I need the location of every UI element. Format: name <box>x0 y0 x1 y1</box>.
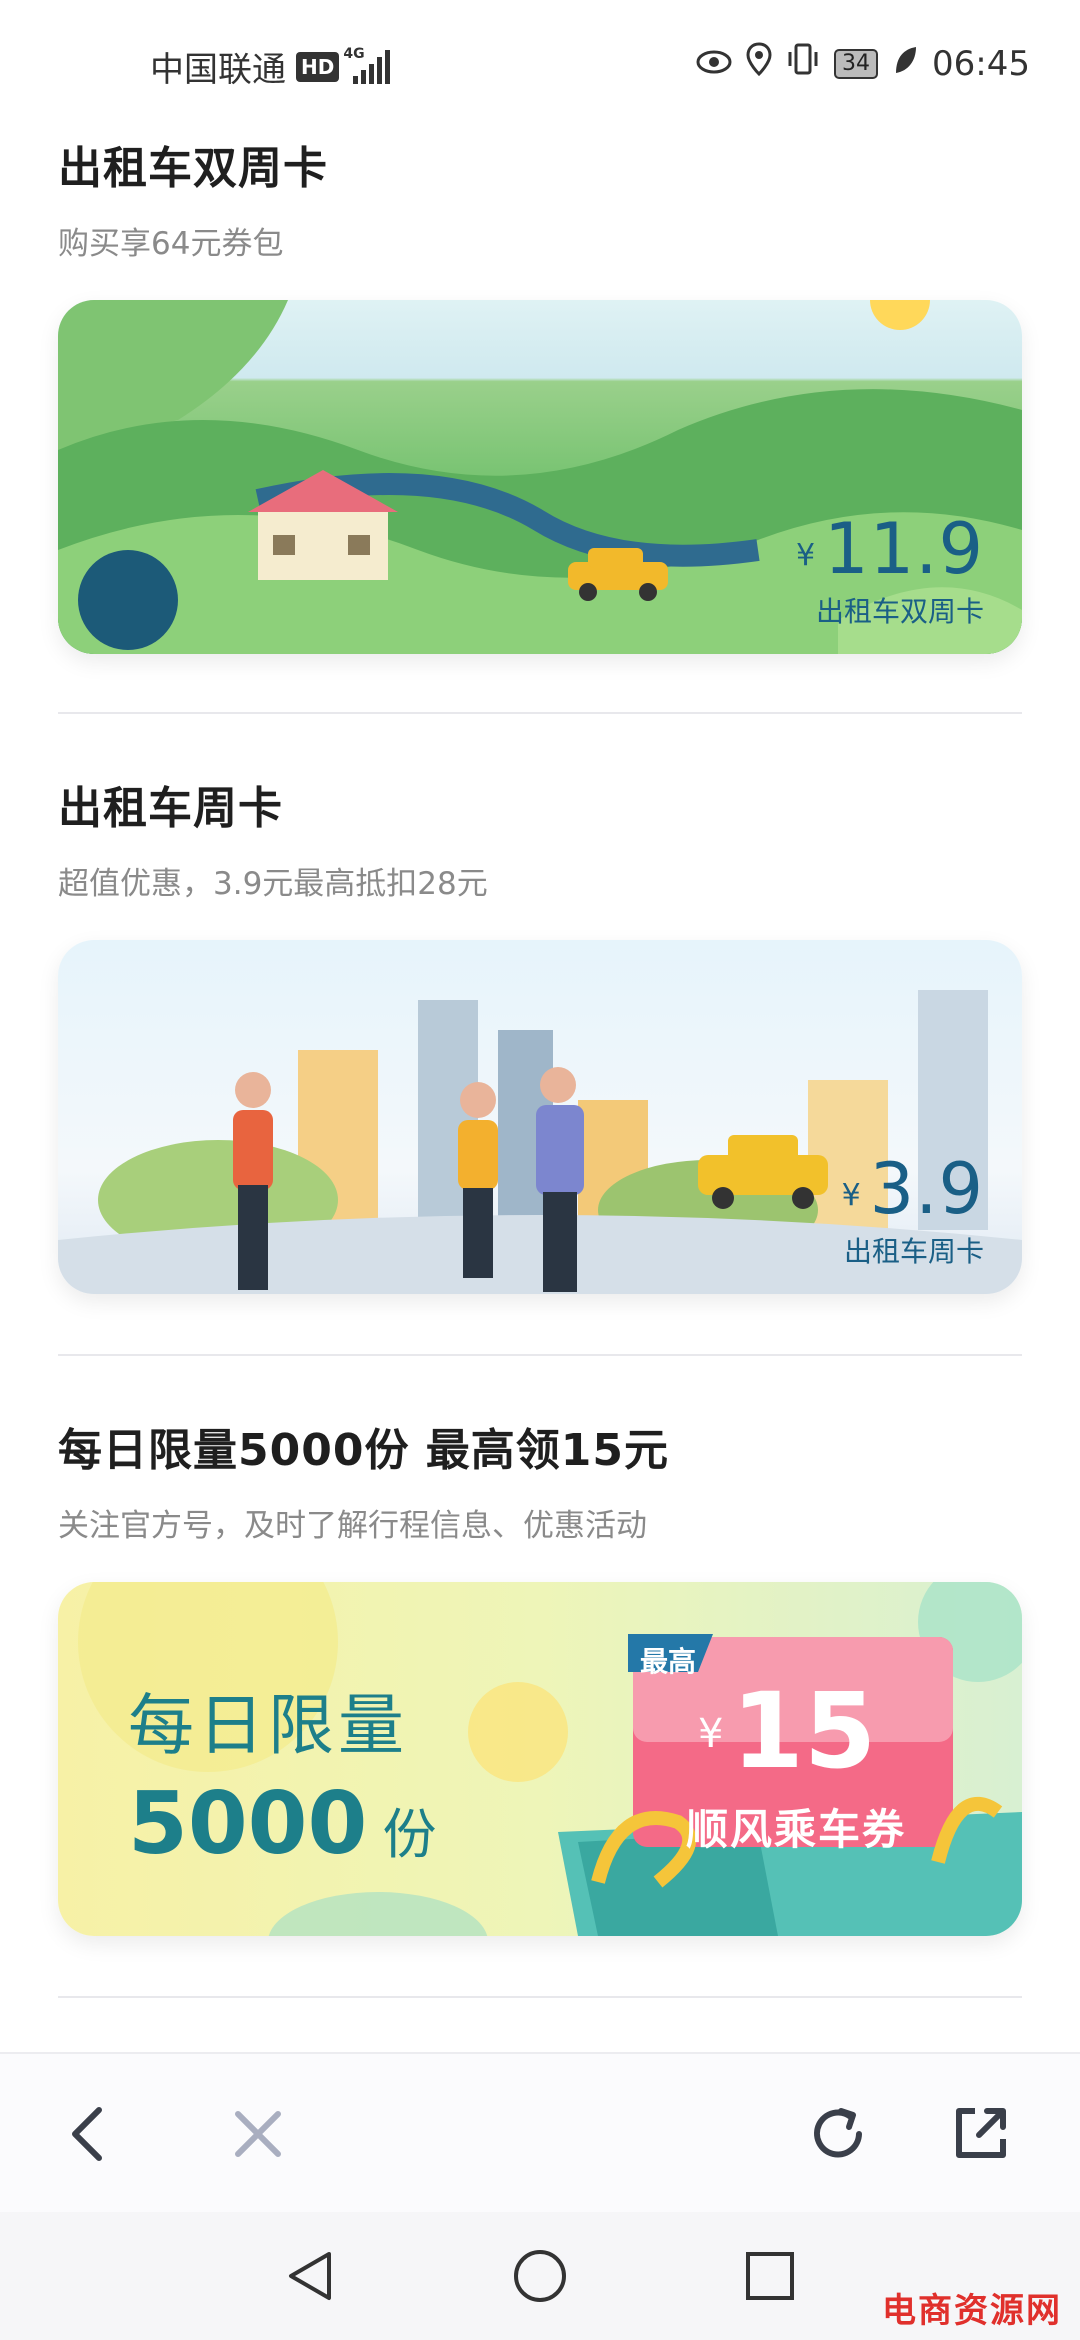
section-title: 出租车双周卡 <box>58 143 328 194</box>
daily-limit-text: 每日限量 5000 份 <box>128 1672 436 1874</box>
daily-limit-line2: 5000 份 <box>128 1774 436 1874</box>
refresh-icon <box>814 2108 862 2158</box>
daily-limit-number: 5000 <box>128 1774 368 1874</box>
price-label: 出租车周卡 <box>843 1235 984 1268</box>
circle-home-icon <box>514 2250 566 2302</box>
coupon-label: 顺风乘车券 <box>686 1805 907 1854</box>
price-value: ¥11.9 <box>796 508 984 590</box>
price-box: ¥3.9 出租车周卡 <box>842 1154 984 1270</box>
eye-icon <box>696 44 732 84</box>
battery-indicator: 34 <box>834 48 879 79</box>
banner-daily-coupon[interactable]: 每日限量 5000 份 最高 ¥15 顺风乘车券 <box>58 1582 1022 1936</box>
banner-biweekly-card[interactable]: ¥11.9 出租车双周卡 <box>58 300 1022 654</box>
divider <box>58 1354 1022 1356</box>
system-back-button[interactable] <box>278 2244 342 2308</box>
divider <box>58 1996 1022 1998</box>
hd-badge: HD <box>296 51 340 82</box>
daily-limit-unit: 份 <box>382 1803 437 1866</box>
triangle-back-icon <box>289 2252 331 2300</box>
status-bar: 中国联通 HD 4G 34 06:45 <box>0 0 1080 130</box>
clock-time: 06:45 <box>932 43 1030 84</box>
section-weekly-card: 出租车周卡 超值优惠，3.9元最高抵扣28元 <box>58 772 1022 903</box>
banner-weekly-card[interactable]: ¥3.9 出租车周卡 <box>58 940 1022 1294</box>
divider <box>58 712 1022 714</box>
close-icon <box>235 2111 281 2157</box>
system-navigation-bar: 电商资源网 <box>0 2212 1080 2340</box>
section-biweekly-card: 出租车双周卡 购买享64元券包 <box>58 132 1022 263</box>
signal-icon: 4G <box>343 46 391 84</box>
price-box: ¥11.9 出租车双周卡 <box>796 514 984 630</box>
browser-toolbar <box>0 2052 1080 2214</box>
network-type: 4G <box>343 45 365 62</box>
section-title: 出租车周卡 <box>58 783 283 834</box>
watermark-text: 电商资源网 <box>882 2291 1062 2331</box>
section-subtitle: 超值优惠，3.9元最高抵扣28元 <box>58 866 488 902</box>
price-value: ¥3.9 <box>841 1148 984 1230</box>
daily-limit-line1: 每日限量 <box>128 1687 408 1764</box>
leaf-icon <box>892 44 918 84</box>
share-external-icon <box>956 2108 1006 2158</box>
coupon-amount: ¥15 <box>698 1670 877 1792</box>
refresh-button[interactable] <box>798 2094 878 2174</box>
section-title: 每日限量5000份 最高领15元 <box>58 1425 670 1476</box>
system-home-button[interactable] <box>508 2244 572 2308</box>
back-button[interactable] <box>48 2094 128 2174</box>
vibrate-icon <box>786 42 820 85</box>
section-subtitle: 购买享64元券包 <box>58 226 284 262</box>
location-icon <box>746 42 772 85</box>
share-button[interactable] <box>940 2094 1020 2174</box>
close-button[interactable] <box>218 2094 298 2174</box>
square-recents-icon <box>746 2252 794 2300</box>
section-subtitle: 关注官方号，及时了解行程信息、优惠活动 <box>58 1508 647 1544</box>
coupon-tag: 最高 <box>640 1645 697 1678</box>
section-daily-coupon: 每日限量5000份 最高领15元 关注官方号，及时了解行程信息、优惠活动 <box>58 1414 1022 1545</box>
system-recents-button[interactable] <box>738 2244 802 2308</box>
price-label: 出租车双周卡 <box>815 595 984 628</box>
carrier-name: 中国联通 <box>150 50 286 90</box>
chevron-left-icon <box>72 2107 102 2161</box>
